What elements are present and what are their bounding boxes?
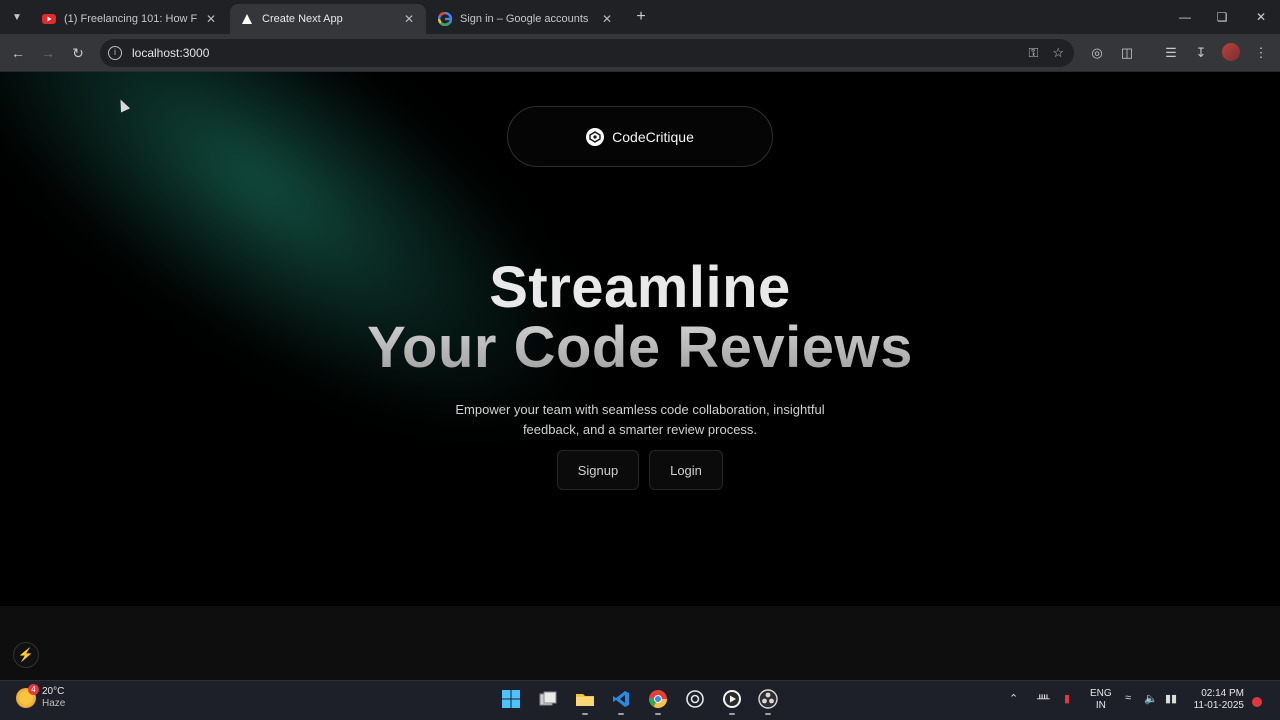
weather-badge: 4 <box>28 684 39 695</box>
notification-icon[interactable] <box>1252 697 1262 707</box>
language-indicator[interactable]: ENG IN <box>1090 688 1112 712</box>
brand-name: CodeCritique <box>612 128 694 145</box>
language-region: IN <box>1095 700 1106 711</box>
start-icon[interactable] <box>500 688 522 710</box>
page-viewport: CodeCritique Streamline Your Code Review… <box>0 72 1280 606</box>
tab-google-signin[interactable]: Sign in – Google accounts ✕ <box>428 4 624 34</box>
headline-line-2: Your Code Reviews <box>0 314 1280 381</box>
back-icon[interactable]: ← <box>7 42 29 64</box>
youtube-icon <box>42 12 56 26</box>
battery-icon[interactable]: ▮▮ <box>1165 692 1177 705</box>
bluetooth-icon[interactable]: ᚉ <box>1037 692 1050 705</box>
windows-taskbar <box>0 680 1280 720</box>
tray-app-icon[interactable]: ▮ <box>1064 692 1070 705</box>
media-queue-icon[interactable]: ☰ <box>1161 43 1181 63</box>
weather-temp: 20°C <box>42 686 65 697</box>
address-bar[interactable]: i localhost:3000 ⚿ ☆ <box>100 39 1074 67</box>
obs-icon[interactable] <box>757 688 779 715</box>
task-view-icon[interactable] <box>537 688 559 710</box>
site-info-icon[interactable]: i <box>108 46 122 60</box>
clock-date: 11-01-2025 <box>1193 700 1244 711</box>
chrome-icon[interactable] <box>647 688 669 715</box>
weather-desc: Haze <box>42 698 66 709</box>
media-player-icon[interactable] <box>721 688 743 715</box>
close-tab-icon[interactable]: ✕ <box>204 12 218 26</box>
close-tab-icon[interactable]: ✕ <box>600 12 614 26</box>
reload-icon[interactable]: ↻ <box>67 42 89 64</box>
nextjs-dev-lightning-icon[interactable]: ⚡ <box>13 642 39 668</box>
forward-icon[interactable]: → <box>37 42 59 64</box>
file-explorer-icon[interactable] <box>574 688 596 715</box>
download-icon[interactable]: ↧ <box>1191 43 1211 63</box>
close-window-icon[interactable]: ✕ <box>1247 6 1275 28</box>
new-tab-button[interactable]: + <box>632 7 650 27</box>
tab-freelancing[interactable]: (1) Freelancing 101: How Fresh ✕ <box>32 4 228 34</box>
tab-title: Sign in – Google accounts <box>460 13 589 25</box>
headline-line-1: Streamline <box>489 255 791 320</box>
menu-kebab-icon[interactable]: ⋮ <box>1251 43 1271 63</box>
wifi-icon[interactable]: ≈ <box>1125 692 1131 704</box>
weather-sun-icon: 4 <box>16 684 39 708</box>
url-text[interactable]: localhost:3000 <box>132 46 209 60</box>
extensions-puzzle-icon[interactable]: ◫ <box>1117 43 1137 63</box>
login-button[interactable]: Login <box>649 450 723 490</box>
restore-icon[interactable]: ❏ <box>1208 6 1236 28</box>
weather-widget[interactable]: 4 20°C Haze <box>16 684 66 710</box>
google-icon <box>438 12 452 26</box>
minimize-icon[interactable]: — <box>1171 6 1199 28</box>
bookmark-star-icon[interactable]: ☆ <box>1052 45 1064 61</box>
browser-toolbar: ← → ↻ i localhost:3000 ⚿ ☆ ◎ ◫ ☰ ↧ ⋮ <box>0 34 1280 72</box>
close-tab-icon[interactable]: ✕ <box>402 12 416 26</box>
page-footer-band <box>0 606 1280 680</box>
tab-title: (1) Freelancing 101: How Fresh <box>64 13 198 25</box>
tab-title: Create Next App <box>262 13 343 25</box>
chatgpt-icon[interactable] <box>684 688 706 710</box>
system-clock[interactable]: 02:14 PM 11-01-2025 <box>1186 688 1244 712</box>
codecritique-logo-icon <box>586 127 605 146</box>
profile-avatar[interactable] <box>1222 43 1240 61</box>
volume-icon[interactable]: 🔈 <box>1144 692 1158 705</box>
vscode-icon[interactable] <box>610 688 632 715</box>
extension-target-icon[interactable]: ◎ <box>1087 43 1107 63</box>
clock-time: 02:14 PM <box>1201 688 1244 699</box>
tab-search-chevron-icon[interactable]: ▼ <box>6 7 28 27</box>
headline-line-2-text: Your Code Reviews <box>367 315 913 380</box>
nextjs-icon <box>240 12 254 26</box>
tray-chevron-up-icon[interactable]: ⌃ <box>1009 692 1018 705</box>
brand-header[interactable]: CodeCritique <box>507 106 773 167</box>
language-code: ENG <box>1090 688 1112 699</box>
tab-create-next-app[interactable]: Create Next App ✕ <box>230 4 426 34</box>
signup-button[interactable]: Signup <box>557 450 639 490</box>
password-key-icon[interactable]: ⚿ <box>1028 45 1038 61</box>
hero-subtitle: Empower your team with seamless code col… <box>455 402 825 437</box>
